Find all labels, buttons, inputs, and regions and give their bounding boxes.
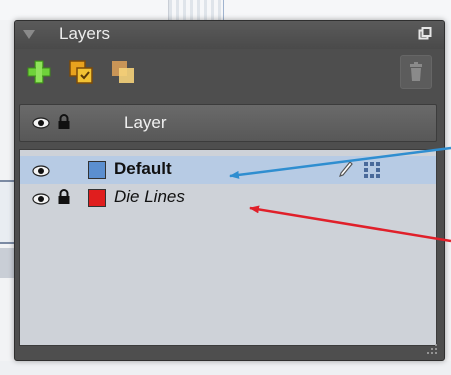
lock-icon[interactable] <box>57 189 71 205</box>
layer-name[interactable]: Default <box>114 159 172 179</box>
layer-color-swatch[interactable] <box>88 189 106 207</box>
layer-column-label: Layer <box>124 113 167 132</box>
layer-row-die-lines[interactable]: Die Lines <box>20 184 436 212</box>
background-document <box>0 361 451 375</box>
trash-icon <box>410 62 422 81</box>
duplicate-layer-icon[interactable] <box>67 58 95 86</box>
visibility-eye-icon[interactable] <box>32 193 50 205</box>
visibility-eye-icon[interactable] <box>32 165 50 177</box>
background-ruler-strip <box>168 0 224 20</box>
pencil-icon <box>339 161 353 177</box>
background-document-edge <box>0 180 14 244</box>
panel-title: Layers <box>59 24 111 43</box>
eye-icon <box>32 117 50 129</box>
panel-toolbar <box>15 49 444 97</box>
layers-list: Default Die Lines <box>19 149 437 346</box>
layer-row-default[interactable]: Default <box>20 156 436 184</box>
layer-name[interactable]: Die Lines <box>114 187 185 207</box>
lock-icon <box>58 114 70 129</box>
layers-panel: Layers Layer Default Die Lines <box>14 20 445 361</box>
layer-color-swatch[interactable] <box>88 161 106 179</box>
background-document-edge <box>0 248 14 278</box>
collapse-triangle-icon[interactable] <box>23 30 35 39</box>
add-layer-icon[interactable] <box>25 58 53 86</box>
popout-window-icon[interactable] <box>418 27 432 41</box>
selection-grid-icon[interactable] <box>364 162 380 178</box>
background-document <box>0 0 451 20</box>
layers-column-header: Layer <box>19 104 437 142</box>
panel-titlebar[interactable]: Layers <box>15 21 444 49</box>
merge-layer-icon[interactable] <box>109 58 137 86</box>
resize-grip-icon[interactable] <box>426 343 438 355</box>
delete-layer-button[interactable] <box>400 55 432 89</box>
